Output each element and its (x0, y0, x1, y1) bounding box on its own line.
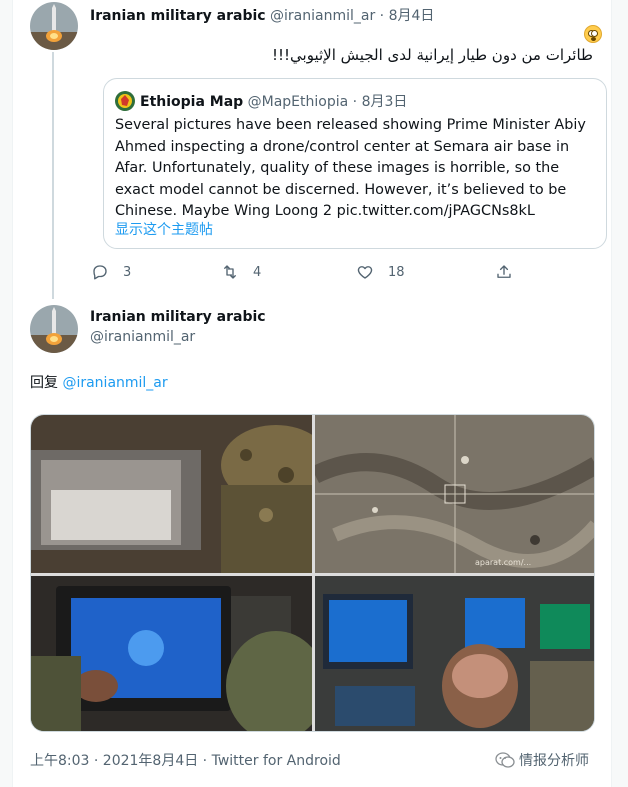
quoted-display-name: Ethiopia Map (140, 94, 244, 110)
quoted-date: 8月3日 (361, 94, 408, 110)
retweet-count: 4 (253, 264, 262, 280)
retweet-button[interactable]: 4 (221, 263, 261, 281)
wechat-icon (495, 752, 515, 768)
photo-3[interactable] (31, 576, 312, 731)
reply-icon (93, 265, 107, 280)
heart-icon (357, 266, 373, 279)
quoted-tweet[interactable]: Ethiopia Map @MapEthiopia · 8月3日 Several… (103, 78, 607, 249)
avatar[interactable] (30, 2, 78, 50)
like-count: 18 (388, 264, 405, 280)
handle[interactable]: @iranianmil_ar (270, 8, 375, 24)
tweet-text: طائرات من دون طيار إيرانية لدى الجيش الإ… (272, 46, 593, 64)
replying-to: 回复 @iranianmil_ar (30, 372, 168, 392)
reply-handle[interactable]: @iranianmil_ar (90, 329, 266, 345)
reply-to-handle[interactable]: @iranianmil_ar (62, 375, 167, 391)
photo-watermark: aparat.com/... (475, 558, 531, 567)
account-watermark: 情报分析师 (495, 750, 589, 770)
share-button[interactable] (495, 263, 513, 281)
reply-avatar[interactable] (30, 305, 78, 353)
tweet-date[interactable]: 8月4日 (389, 8, 435, 24)
separator: · (352, 94, 358, 110)
reply-count: 3 (123, 264, 132, 280)
like-button[interactable]: 18 (356, 263, 405, 281)
share-icon (497, 265, 511, 278)
quoted-handle: @MapEthiopia (247, 94, 349, 110)
reply-button[interactable]: 3 (91, 263, 131, 281)
reply-display-name[interactable]: Iranian military arabic (90, 309, 266, 325)
reply-header: Iranian military arabic @iranianmil_ar (90, 309, 266, 345)
timestamp[interactable]: 上午8:03 · 2021年8月4日 · Twitter for Android (30, 750, 341, 770)
tweet-card: Iranian military arabic @iranianmil_ar ·… (12, 0, 612, 787)
photo-4[interactable] (315, 576, 594, 731)
action-bar: 3 4 18 (13, 262, 613, 282)
watermark-label: 情报分析师 (519, 753, 589, 769)
retweet-icon (224, 265, 236, 279)
photo-1[interactable] (31, 415, 312, 573)
flushed-face-emoji-icon (584, 25, 602, 43)
reply-label: 回复 (30, 375, 58, 391)
media-grid: aparat.com/... (30, 414, 595, 732)
quoted-avatar (115, 91, 135, 111)
tweet-header: Iranian military arabic @iranianmil_ar ·… (90, 5, 434, 25)
photo-2[interactable]: aparat.com/... (315, 415, 594, 573)
show-thread-link[interactable]: 显示这个主题帖 (115, 219, 213, 239)
display-name[interactable]: Iranian military arabic (90, 8, 266, 24)
separator: · (379, 8, 385, 24)
quoted-header: Ethiopia Map @MapEthiopia · 8月3日 (140, 91, 407, 111)
quoted-text: Several pictures have been released show… (115, 117, 586, 219)
